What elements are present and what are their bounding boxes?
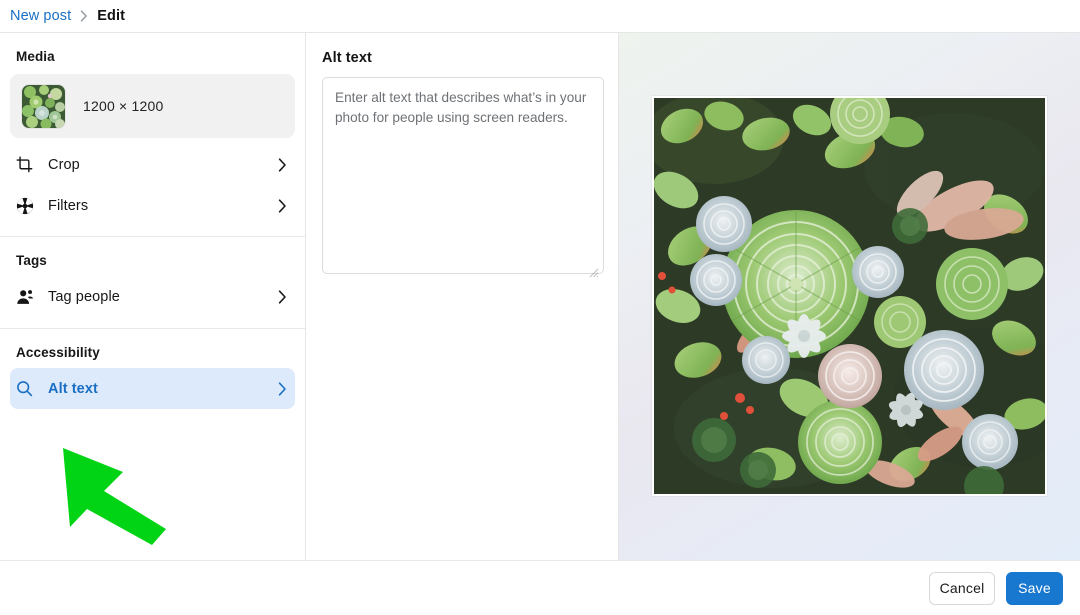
chevron-right-icon bbox=[278, 381, 287, 396]
breadcrumb-link-new-post[interactable]: New post bbox=[10, 8, 71, 24]
people-icon bbox=[16, 289, 42, 305]
sidebar-item-label: Filters bbox=[48, 197, 89, 214]
sidebar: Media 1200 × 1200 Crop Filters Tags Tag … bbox=[0, 33, 306, 560]
sidebar-item-tag-people[interactable]: Tag people bbox=[10, 276, 295, 317]
breadcrumb: New post Edit bbox=[0, 0, 1080, 33]
alt-text-panel: Alt text bbox=[306, 33, 619, 560]
media-card[interactable]: 1200 × 1200 bbox=[10, 74, 295, 138]
footer-actions: Cancel Save bbox=[0, 560, 1080, 615]
chevron-right-icon bbox=[80, 10, 88, 22]
cancel-button[interactable]: Cancel bbox=[929, 571, 995, 605]
search-icon bbox=[16, 380, 42, 397]
sidebar-item-label: Alt text bbox=[48, 380, 98, 397]
panel-title-alt-text: Alt text bbox=[322, 50, 372, 66]
sidebar-item-label: Crop bbox=[48, 156, 80, 173]
section-title-tags: Tags bbox=[16, 253, 47, 268]
image-dimensions: 1200 × 1200 bbox=[83, 98, 164, 114]
alt-text-field-wrap bbox=[322, 77, 604, 279]
editor-body: Media 1200 × 1200 Crop Filters Tags Tag … bbox=[0, 33, 1080, 560]
section-title-accessibility: Accessibility bbox=[16, 345, 100, 360]
section-title-media: Media bbox=[16, 49, 55, 64]
crop-icon bbox=[16, 156, 42, 173]
post-edit-window: New post Edit Media 1200 × 1200 Crop Fil… bbox=[0, 0, 1080, 615]
chevron-right-icon bbox=[278, 198, 287, 213]
sidebar-section-media: Media 1200 × 1200 Crop Filters bbox=[0, 33, 305, 237]
save-button[interactable]: Save bbox=[1006, 571, 1063, 605]
sidebar-item-label: Tag people bbox=[48, 288, 120, 305]
alt-text-input[interactable] bbox=[322, 77, 604, 274]
sidebar-item-filters[interactable]: Filters bbox=[10, 185, 295, 226]
preview-image[interactable] bbox=[654, 98, 1045, 494]
breadcrumb-current-edit: Edit bbox=[97, 8, 126, 24]
image-thumbnail-icon bbox=[22, 84, 65, 128]
photo-frame bbox=[652, 96, 1047, 496]
aperture-icon bbox=[16, 197, 42, 215]
image-preview-panel bbox=[619, 33, 1080, 560]
sidebar-item-crop[interactable]: Crop bbox=[10, 144, 295, 185]
chevron-right-icon bbox=[278, 157, 287, 172]
chevron-right-icon bbox=[278, 289, 287, 304]
sidebar-section-accessibility: Accessibility Alt text bbox=[0, 329, 305, 409]
sidebar-section-tags: Tags Tag people bbox=[0, 237, 305, 329]
sidebar-item-alt-text[interactable]: Alt text bbox=[10, 368, 295, 409]
